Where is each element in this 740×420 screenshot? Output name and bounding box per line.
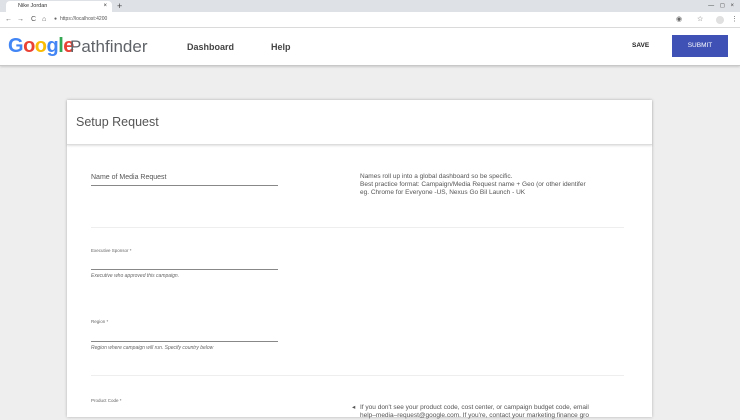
media-request-help-line-1: Names roll up into a global dashboard so… bbox=[360, 173, 513, 180]
product-code-label: Product Code * bbox=[91, 398, 122, 403]
new-tab-button[interactable]: + bbox=[117, 0, 122, 12]
region-label: Region * bbox=[91, 319, 109, 324]
executive-sponsor-label: Executive Sponsor * bbox=[91, 248, 132, 253]
home-icon[interactable]: ⌂ bbox=[42, 12, 46, 27]
media-request-name-label: Name of Media Request bbox=[91, 174, 167, 181]
close-icon[interactable]: × bbox=[103, 1, 107, 12]
section-divider bbox=[91, 375, 624, 376]
product-code-help-line-2: help–media–request@google.com. If you're… bbox=[360, 412, 589, 419]
browser-tab[interactable]: Nike Jordan × bbox=[6, 1, 112, 12]
google-logo: Google bbox=[8, 35, 74, 57]
star-icon[interactable]: ☆ bbox=[697, 12, 703, 27]
save-button[interactable]: SAVE bbox=[632, 41, 649, 51]
menu-icon[interactable]: ⋮ bbox=[731, 12, 738, 27]
info-icon: ◂ bbox=[352, 404, 356, 411]
region-input[interactable] bbox=[91, 341, 278, 342]
card-header: Setup Request bbox=[67, 100, 652, 145]
browser-tab-strip: Nike Jordan × + — ◻ × bbox=[0, 0, 740, 12]
product-name: Pathfinder bbox=[70, 37, 148, 56]
back-arrow-icon[interactable]: ← bbox=[5, 12, 12, 27]
section-divider bbox=[91, 227, 624, 228]
avatar[interactable] bbox=[716, 16, 724, 24]
media-request-name-input[interactable] bbox=[91, 185, 278, 186]
executive-sponsor-input[interactable] bbox=[91, 269, 278, 270]
url-field[interactable]: https://localhost:4200 bbox=[60, 14, 107, 25]
card-title: Setup Request bbox=[76, 115, 159, 129]
setup-request-card: Setup Request Name of Media Request Name… bbox=[67, 100, 652, 419]
executive-sponsor-hint: Executive who approved this campaign. bbox=[91, 273, 180, 279]
reload-icon[interactable]: C bbox=[31, 12, 36, 27]
submit-button[interactable]: SUBMIT bbox=[672, 35, 728, 57]
media-request-help-line-2: Best practice format: Campaign/Media Req… bbox=[360, 181, 586, 188]
address-bar: ← → C ⌂ ● https://localhost:4200 ◉ ☆ ⋮ bbox=[0, 12, 740, 28]
window-controls[interactable]: — ◻ × bbox=[708, 0, 736, 12]
tab-title: Nike Jordan bbox=[18, 3, 48, 9]
extension-icon[interactable]: ◉ bbox=[676, 12, 682, 27]
app-header: Google Pathfinder Dashboard Help SAVE SU… bbox=[0, 28, 740, 66]
product-code-help-line-1: If you don't see your product code, cost… bbox=[360, 404, 589, 411]
lock-icon: ● bbox=[54, 16, 58, 22]
forward-arrow-icon[interactable]: → bbox=[17, 12, 24, 27]
nav-help[interactable]: Help bbox=[271, 41, 291, 53]
nav-dashboard[interactable]: Dashboard bbox=[187, 41, 234, 53]
region-hint: Region where campaign will run. Specify … bbox=[91, 345, 214, 351]
media-request-help-line-3: eg. Chrome for Everyone -US, Nexus Go Bi… bbox=[360, 189, 526, 196]
